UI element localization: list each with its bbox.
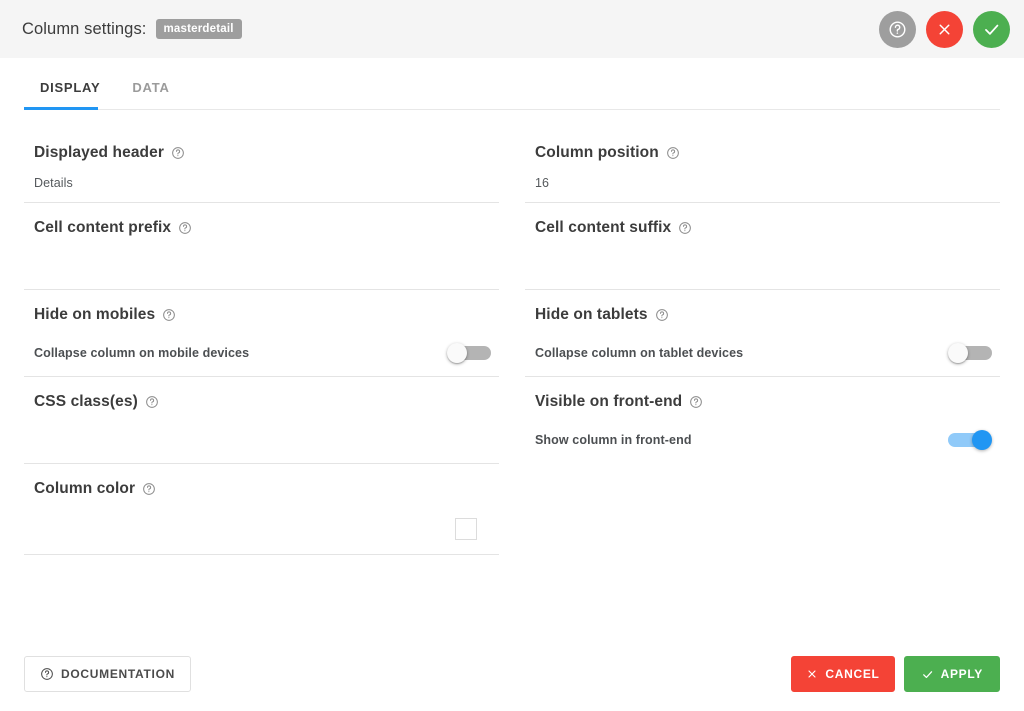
column-color-swatch[interactable] xyxy=(455,518,477,540)
header-help-button[interactable] xyxy=(879,10,916,48)
cell-content-suffix-input[interactable] xyxy=(525,237,1000,281)
field-css-classes-label: CSS class(es) xyxy=(24,377,499,411)
field-column-position-label: Column position xyxy=(525,128,1000,162)
hide-on-tablets-toggle[interactable] xyxy=(948,343,992,363)
field-displayed-header-label: Displayed header xyxy=(24,128,499,162)
field-cell-content-suffix: Cell content suffix xyxy=(525,203,1000,290)
apply-button-label: APPLY xyxy=(940,667,983,681)
active-tab-indicator xyxy=(24,107,98,110)
visible-on-frontend-toggle[interactable] xyxy=(948,430,992,450)
tabs-container: DISPLAY DATA xyxy=(0,58,1024,110)
visible-on-frontend-row: Show column in front-end xyxy=(525,411,1000,455)
help-circle-icon[interactable] xyxy=(689,395,703,409)
hide-on-mobiles-row: Collapse column on mobile devices xyxy=(24,324,499,368)
dialog-footer: DOCUMENTATION CANCEL APPLY xyxy=(0,637,1024,711)
documentation-button[interactable]: DOCUMENTATION xyxy=(24,656,191,692)
form-column-right: Column position 16 Cell content suffix H… xyxy=(525,128,1000,555)
toggle-knob xyxy=(972,430,992,450)
settings-form: Displayed header Details Cell content pr… xyxy=(0,110,1024,637)
dialog-titlebar: Column settings: masterdetail xyxy=(0,0,1024,58)
field-css-classes: CSS class(es) xyxy=(24,377,499,464)
check-icon xyxy=(921,668,934,681)
close-x-icon xyxy=(936,21,953,38)
field-visible-on-frontend-label: Visible on front-end xyxy=(525,377,1000,411)
hide-on-mobiles-caption: Collapse column on mobile devices xyxy=(34,346,250,360)
column-color-row xyxy=(24,498,499,546)
help-circle-icon[interactable] xyxy=(171,146,185,160)
field-cell-content-suffix-label: Cell content suffix xyxy=(525,203,1000,237)
hide-on-tablets-caption: Collapse column on tablet devices xyxy=(535,346,744,360)
field-cell-content-prefix-label: Cell content prefix xyxy=(24,203,499,237)
help-circle-icon[interactable] xyxy=(162,308,176,322)
header-close-button[interactable] xyxy=(926,10,963,48)
cancel-button[interactable]: CANCEL xyxy=(791,656,895,692)
check-icon xyxy=(982,20,1001,39)
column-name-badge: masterdetail xyxy=(155,19,242,39)
titlebar-actions xyxy=(879,10,1010,48)
tab-display[interactable]: DISPLAY xyxy=(24,80,116,109)
help-circle-icon[interactable] xyxy=(666,146,680,160)
cancel-button-label: CANCEL xyxy=(825,667,880,681)
toggle-knob xyxy=(447,343,467,363)
css-classes-input[interactable] xyxy=(24,411,499,455)
visible-on-frontend-caption: Show column in front-end xyxy=(535,433,692,447)
field-displayed-header-label-text: Displayed header xyxy=(34,144,164,161)
close-x-icon xyxy=(806,668,818,680)
field-column-color: Column color xyxy=(24,464,499,555)
apply-button[interactable]: APPLY xyxy=(903,656,1000,692)
help-circle-icon[interactable] xyxy=(178,221,192,235)
tab-bar: DISPLAY DATA xyxy=(24,58,1000,110)
field-hide-on-tablets-label-text: Hide on tablets xyxy=(535,306,648,323)
column-settings-dialog: Column settings: masterdetail DISPLAY DA… xyxy=(0,0,1024,711)
field-column-color-label: Column color xyxy=(24,464,499,498)
hide-on-tablets-row: Collapse column on tablet devices xyxy=(525,324,1000,368)
page-title: Column settings: xyxy=(22,19,147,38)
field-displayed-header: Displayed header Details xyxy=(24,128,499,203)
help-circle-icon[interactable] xyxy=(142,482,156,496)
displayed-header-input[interactable]: Details xyxy=(24,162,499,194)
documentation-button-label: DOCUMENTATION xyxy=(61,667,175,681)
help-circle-icon xyxy=(888,20,907,39)
toggle-knob xyxy=(948,343,968,363)
help-circle-icon[interactable] xyxy=(655,308,669,322)
field-column-color-label-text: Column color xyxy=(34,480,136,497)
field-hide-on-mobiles: Hide on mobiles Collapse column on mobil… xyxy=(24,290,499,377)
hide-on-mobiles-toggle[interactable] xyxy=(447,343,491,363)
field-visible-on-frontend-label-text: Visible on front-end xyxy=(535,393,683,410)
help-circle-icon[interactable] xyxy=(145,395,159,409)
field-hide-on-tablets-label: Hide on tablets xyxy=(525,290,1000,324)
form-column-left: Displayed header Details Cell content pr… xyxy=(24,128,499,555)
field-css-classes-label-text: CSS class(es) xyxy=(34,393,138,410)
cell-content-prefix-input[interactable] xyxy=(24,237,499,281)
column-position-input[interactable]: 16 xyxy=(525,162,1000,194)
help-circle-icon xyxy=(40,667,54,681)
field-hide-on-mobiles-label: Hide on mobiles xyxy=(24,290,499,324)
header-confirm-button[interactable] xyxy=(973,10,1010,48)
field-hide-on-tablets: Hide on tablets Collapse column on table… xyxy=(525,290,1000,377)
field-hide-on-mobiles-label-text: Hide on mobiles xyxy=(34,306,156,323)
field-cell-content-prefix-label-text: Cell content prefix xyxy=(34,219,172,236)
help-circle-icon[interactable] xyxy=(678,221,692,235)
field-cell-content-prefix: Cell content prefix xyxy=(24,203,499,290)
field-column-position: Column position 16 xyxy=(525,128,1000,203)
field-visible-on-frontend: Visible on front-end Show column in fron… xyxy=(525,377,1000,463)
field-column-position-label-text: Column position xyxy=(535,144,659,161)
tab-data[interactable]: DATA xyxy=(116,80,185,109)
field-cell-content-suffix-label-text: Cell content suffix xyxy=(535,219,672,236)
